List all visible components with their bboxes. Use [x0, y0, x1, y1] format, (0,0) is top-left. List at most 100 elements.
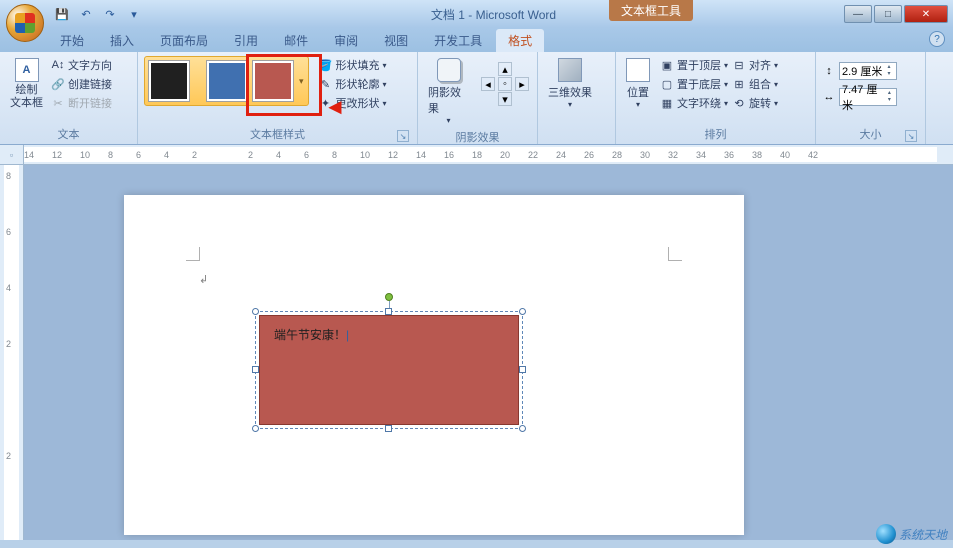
handle-l[interactable] [252, 366, 259, 373]
dropdown-icon: ▾ [383, 80, 387, 89]
pencil-icon: ✎ [319, 77, 333, 91]
group-textbox-styles: ▾ 🪣形状填充 ▾ ✎形状轮廓 ▾ ✦更改形状 ▾ ◄ 文本框样式↘ [138, 52, 418, 144]
nudge-center[interactable]: ◦ [498, 77, 512, 91]
height-icon: ↕ [822, 64, 836, 78]
tab-format[interactable]: 格式 [496, 29, 544, 52]
quick-access-toolbar: 💾 ↶ ↷ ▾ [52, 4, 144, 24]
qat-save[interactable]: 💾 [52, 4, 72, 24]
ribbon-tabs: 开始 插入 页面布局 引用 邮件 审阅 视图 开发工具 格式 ? [0, 28, 953, 52]
tab-view[interactable]: 视图 [372, 29, 420, 52]
nudge-right[interactable]: ▸ [515, 77, 529, 91]
spin-down[interactable]: ▾ [885, 97, 894, 104]
handle-t[interactable] [385, 308, 392, 315]
qat-redo[interactable]: ↷ [100, 4, 120, 24]
group-text: A 绘制 文本框 A↕文字方向 🔗创建链接 ✂断开链接 文本 [0, 52, 138, 144]
shadow-icon [437, 58, 461, 82]
create-link-button[interactable]: 🔗创建链接 [51, 75, 112, 93]
text-direction-button[interactable]: A↕文字方向 [51, 56, 112, 74]
style-swatch-blue[interactable] [207, 61, 247, 101]
office-button[interactable] [6, 4, 44, 42]
ruler-horizontal[interactable]: 1412108642246810121416182022242628303234… [24, 147, 937, 162]
close-button[interactable]: ✕ [904, 5, 948, 23]
nudge-down[interactable]: ▾ [498, 92, 512, 106]
dropdown-icon: ▾ [636, 100, 640, 109]
position-button[interactable]: 位置 ▾ [622, 56, 654, 111]
page-viewport[interactable]: ↲ 端午节安康！| [24, 165, 953, 540]
maximize-button[interactable]: □ [874, 5, 902, 23]
styles-launcher[interactable]: ↘ [397, 130, 409, 142]
dropdown-icon: ▾ [383, 99, 387, 108]
draw-textbox-button[interactable]: A 绘制 文本框 [6, 56, 47, 112]
ruler-row: ▫ 14121086422468101214161820222426283032… [0, 145, 953, 165]
tab-home[interactable]: 开始 [48, 29, 96, 52]
link-icon: 🔗 [51, 77, 65, 91]
group-icon: ⊞ [732, 77, 746, 91]
size-launcher[interactable]: ↘ [905, 130, 917, 142]
handle-r[interactable] [519, 366, 526, 373]
window-controls: — □ ✕ [843, 5, 949, 23]
qat-undo[interactable]: ↶ [76, 4, 96, 24]
margin-mark-tl [186, 247, 200, 261]
textbox-selection[interactable]: 端午节安康！| [259, 315, 519, 425]
draw-textbox-label: 绘制 文本框 [10, 84, 43, 110]
bring-front-icon: ▣ [660, 58, 674, 72]
qat-customize[interactable]: ▾ [124, 4, 144, 24]
textbox[interactable]: 端午节安康！| [259, 315, 519, 425]
handle-tr[interactable] [519, 308, 526, 315]
rotate-icon: ⟲ [732, 96, 746, 110]
text-direction-icon: A↕ [51, 58, 65, 72]
watermark: 系统天地 [876, 524, 947, 544]
spin-up[interactable]: ▴ [885, 90, 894, 97]
break-link-icon: ✂ [51, 96, 65, 110]
group-button[interactable]: ⊞组合 ▾ [732, 75, 778, 93]
group-text-label: 文本 [6, 124, 131, 144]
page[interactable]: ↲ 端午节安康！| [124, 195, 744, 535]
document-area: 86422 ↲ 端午节安康！| [0, 165, 953, 540]
minimize-button[interactable]: — [844, 5, 872, 23]
align-button[interactable]: ⊟对齐 ▾ [732, 56, 778, 74]
gallery-more-icon[interactable]: ▾ [299, 76, 304, 87]
style-gallery[interactable]: ▾ [144, 56, 309, 106]
contextual-tab-title: 文本框工具 [609, 0, 693, 21]
tab-review[interactable]: 审阅 [322, 29, 370, 52]
shape-fill-button[interactable]: 🪣形状填充 ▾ [319, 56, 387, 74]
shadow-nudge-grid: ▴ ◂◦▸ ▾ [481, 62, 531, 106]
help-button[interactable]: ? [929, 31, 945, 47]
rotate-button[interactable]: ⟲旋转 ▾ [732, 94, 778, 112]
tab-developer[interactable]: 开发工具 [422, 29, 494, 52]
align-icon: ⊟ [732, 58, 746, 72]
break-link-button: ✂断开链接 [51, 94, 112, 112]
paragraph-mark: ↲ [199, 273, 208, 286]
dropdown-icon: ▾ [568, 100, 572, 109]
spin-up[interactable]: ▴ [884, 64, 894, 71]
handle-tl[interactable] [252, 308, 259, 315]
style-swatch-black[interactable] [149, 61, 189, 101]
handle-br[interactable] [519, 425, 526, 432]
handle-b[interactable] [385, 425, 392, 432]
handle-bl[interactable] [252, 425, 259, 432]
height-input[interactable]: 2.9 厘米▴▾ [839, 62, 897, 80]
shape-outline-button[interactable]: ✎形状轮廓 ▾ [319, 75, 387, 93]
shadow-effects-button[interactable]: 阴影效果 ▾ [424, 56, 473, 127]
bring-front-button[interactable]: ▣置于顶层 ▾ [660, 56, 728, 74]
style-swatch-red[interactable] [253, 61, 293, 101]
text-wrap-icon: ▦ [660, 96, 674, 110]
send-back-button[interactable]: ▢置于底层 ▾ [660, 75, 728, 93]
tab-insert[interactable]: 插入 [98, 29, 146, 52]
rotate-handle[interactable] [385, 293, 393, 301]
tab-mailings[interactable]: 邮件 [272, 29, 320, 52]
textbox-text: 端午节安康！ [274, 328, 346, 342]
ruler-vertical[interactable]: 86422 [0, 165, 24, 540]
nudge-left[interactable]: ◂ [481, 77, 495, 91]
nudge-up[interactable]: ▴ [498, 62, 512, 76]
group-shadow: 阴影效果 ▾ ▴ ◂◦▸ ▾ 阴影效果 [418, 52, 538, 144]
globe-icon [876, 524, 896, 544]
text-wrap-button[interactable]: ▦文字环绕 ▾ [660, 94, 728, 112]
tab-references[interactable]: 引用 [222, 29, 270, 52]
width-input[interactable]: 7.47 厘米▴▾ [839, 88, 897, 106]
3d-effects-button[interactable]: 三维效果 ▾ [544, 56, 596, 111]
tab-page-layout[interactable]: 页面布局 [148, 29, 220, 52]
spin-down[interactable]: ▾ [884, 71, 894, 78]
group-arrange-label: 排列 [622, 124, 809, 144]
group-styles-label: 文本框样式↘ [144, 124, 411, 144]
